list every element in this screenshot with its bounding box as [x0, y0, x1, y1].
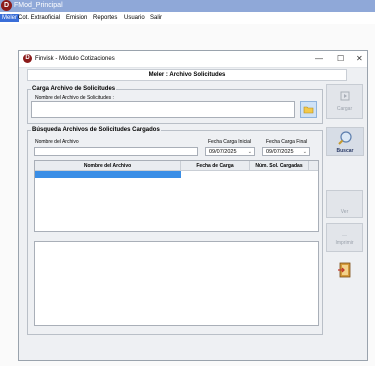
- cargar-button[interactable]: Cargar: [326, 84, 363, 119]
- carga-legend: Carga Archivo de Solicitudes: [31, 86, 117, 93]
- results-grid[interactable]: Nombre del Archivo Fecha de Carga Núm. S…: [34, 160, 319, 232]
- menu-item-cot-extraoficial[interactable]: Cot. Extraoficial: [18, 14, 60, 22]
- fecha-inicial-label: Fecha Carga Inicial: [208, 139, 252, 145]
- fecha-inicial-picker[interactable]: 09/07/2025 ⌄: [205, 147, 255, 156]
- app-title: FMod_Principal: [14, 2, 63, 9]
- menu-item-salir[interactable]: Salir: [150, 14, 162, 22]
- nombre-archivo-input[interactable]: [34, 147, 198, 156]
- menu-item-reportes[interactable]: Reportes: [93, 14, 117, 22]
- app-logo-icon: D: [1, 0, 12, 11]
- chevron-down-icon: ⌄: [247, 149, 252, 155]
- detail-textarea[interactable]: [34, 241, 319, 326]
- buscar-label: Buscar: [336, 148, 354, 154]
- ver-button[interactable]: Ver: [326, 190, 363, 218]
- search-icon: [338, 131, 352, 145]
- browse-folder-button[interactable]: [300, 101, 317, 118]
- ver-label: Ver: [340, 209, 349, 215]
- table-row[interactable]: [35, 170, 319, 179]
- fecha-inicial-value: 09/07/2025: [209, 149, 237, 155]
- imprimir-label: Imprimir: [335, 240, 354, 246]
- maximize-button[interactable]: ☐: [337, 54, 344, 63]
- exit-button[interactable]: [336, 261, 354, 279]
- menu-item-emision[interactable]: Emision: [66, 14, 87, 22]
- table-cell[interactable]: [181, 171, 250, 179]
- imprimir-button[interactable]: — Imprimir: [326, 223, 363, 252]
- folder-icon: [303, 106, 314, 114]
- cotizaciones-window: D Finvisk - Módulo Cotizaciones — ☐ ✕ Me…: [18, 50, 368, 361]
- chevron-down-icon: ⌄: [302, 149, 307, 155]
- nombre-archivo-label: Nombre del Archivo: [35, 139, 79, 145]
- table-cell-selected[interactable]: [35, 170, 181, 178]
- section-header: Meler : Archivo Solicitudes: [27, 69, 347, 81]
- table-cell: [309, 171, 319, 179]
- upload-icon: [340, 91, 349, 101]
- close-button[interactable]: ✕: [356, 54, 363, 63]
- column-header-nombre[interactable]: Nombre del Archivo: [35, 161, 181, 171]
- busqueda-legend: Búsqueda Archivos de Solicitudes Cargado…: [31, 127, 161, 134]
- column-header-num[interactable]: Núm. Sol. Cargadas: [249, 161, 309, 171]
- minimize-button[interactable]: —: [315, 54, 323, 63]
- cargar-label: Cargar: [336, 106, 353, 112]
- fecha-final-value: 09/07/2025: [266, 149, 294, 155]
- column-header-fecha[interactable]: Fecha de Carga: [180, 161, 250, 171]
- file-input[interactable]: [31, 101, 295, 118]
- table-cell[interactable]: [250, 171, 309, 179]
- menu-item-meler[interactable]: Meler: [0, 14, 20, 22]
- printer-icon: —: [342, 233, 347, 239]
- window-title: Finvisk - Módulo Cotizaciones: [35, 56, 115, 62]
- app-title-bar: D FMod_Principal: [0, 0, 375, 12]
- exit-door-icon: [338, 262, 351, 278]
- column-header-filler: [308, 161, 318, 171]
- buscar-button[interactable]: Buscar: [326, 127, 364, 156]
- window-title-bar: D Finvisk - Módulo Cotizaciones — ☐ ✕: [19, 51, 367, 68]
- menu-item-usuario[interactable]: Usuario: [124, 14, 145, 22]
- results-table: Nombre del Archivo Fecha de Carga Núm. S…: [35, 161, 318, 178]
- menu-bar: Meler Cot. Extraoficial Emision Reportes…: [0, 12, 375, 24]
- fecha-final-picker[interactable]: 09/07/2025 ⌄: [262, 147, 310, 156]
- window-logo-icon: D: [23, 54, 32, 63]
- fecha-final-label: Fecha Carga Final: [266, 139, 308, 145]
